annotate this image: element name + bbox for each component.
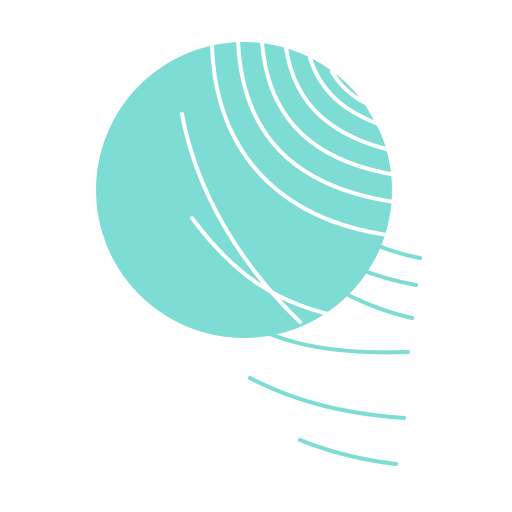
outer-arc xyxy=(248,376,406,420)
outer-arc xyxy=(372,242,422,260)
outer-arc xyxy=(344,292,414,320)
logo-icon xyxy=(96,42,422,466)
outer-arc xyxy=(298,438,398,466)
outer-arc xyxy=(360,268,418,287)
